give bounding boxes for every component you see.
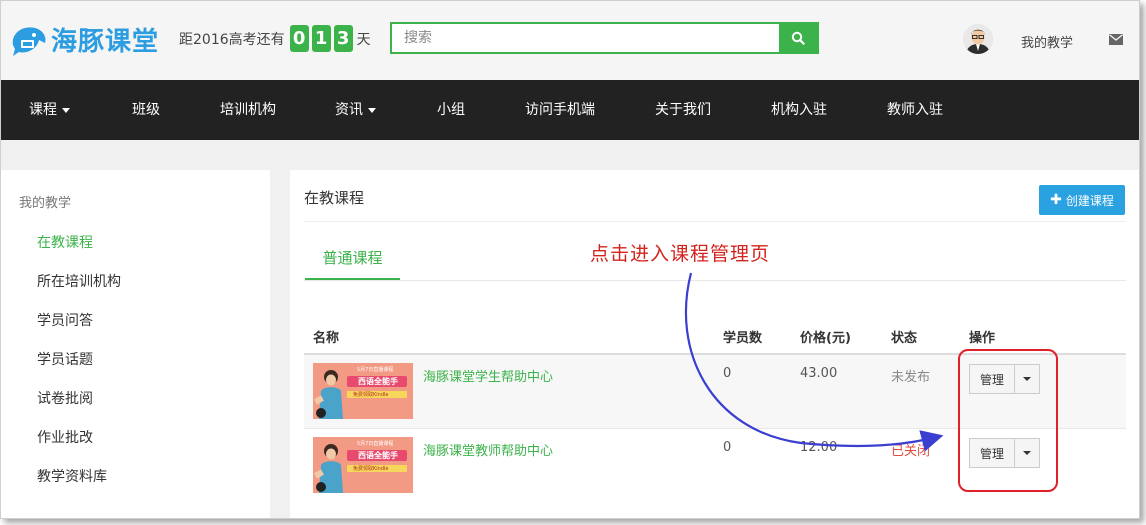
- browser-frame: 海豚课堂 距2016高考还有 0 1 3 天 搜索 我的教学 课程 班级 培训机…: [0, 0, 1140, 519]
- annotation-highlight-box: [958, 349, 1058, 492]
